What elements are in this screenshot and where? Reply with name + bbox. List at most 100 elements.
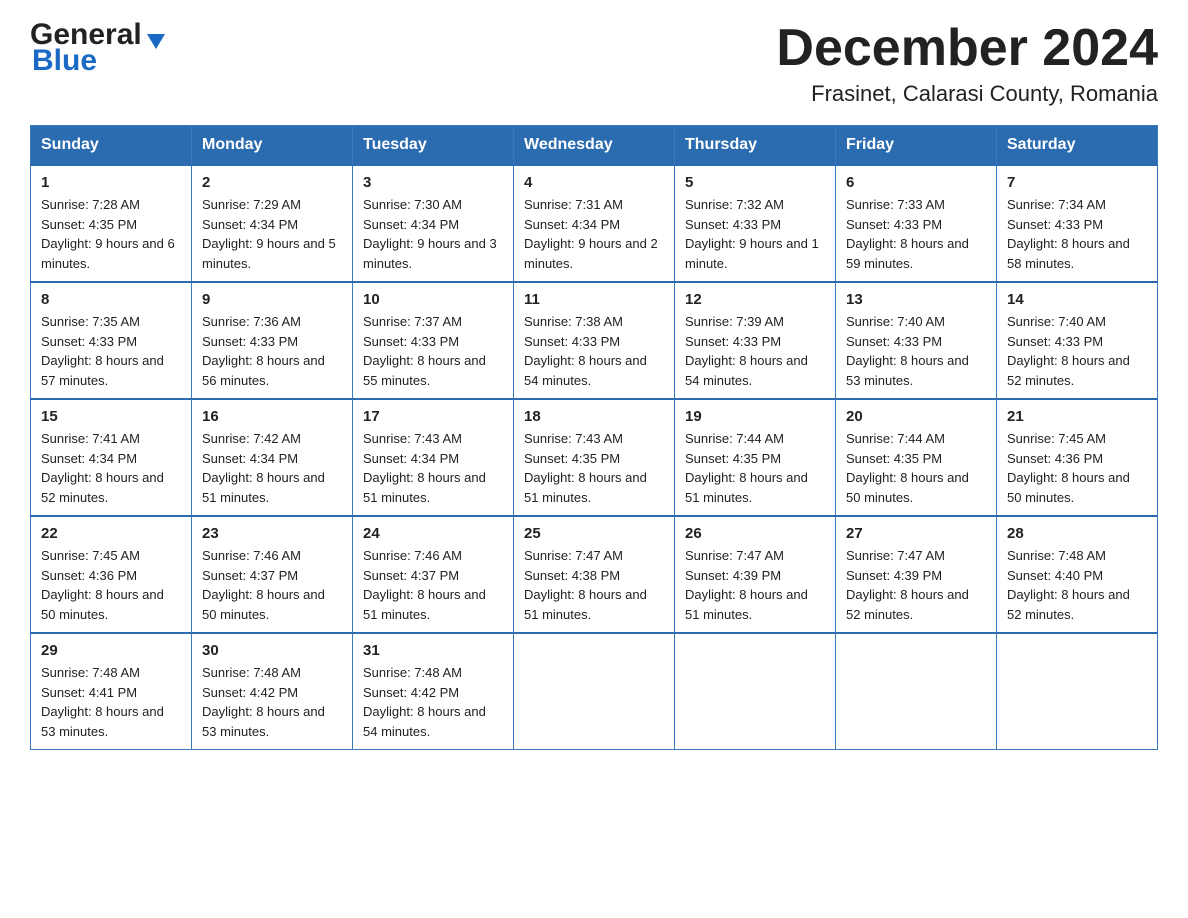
header-sunday: Sunday [31,126,192,166]
day-info: Sunrise: 7:48 AMSunset: 4:42 PMDaylight:… [202,665,325,739]
day-info: Sunrise: 7:43 AMSunset: 4:35 PMDaylight:… [524,431,647,505]
day-info: Sunrise: 7:45 AMSunset: 4:36 PMDaylight:… [41,548,164,622]
day-number: 5 [685,174,825,191]
day-info: Sunrise: 7:36 AMSunset: 4:33 PMDaylight:… [202,314,325,388]
day-info: Sunrise: 7:42 AMSunset: 4:34 PMDaylight:… [202,431,325,505]
logo-blue-text: Blue [32,46,165,76]
day-number: 26 [685,525,825,542]
day-number: 2 [202,174,342,191]
calendar-cell: 30 Sunrise: 7:48 AMSunset: 4:42 PMDaylig… [192,633,353,750]
header-friday: Friday [836,126,997,166]
day-info: Sunrise: 7:32 AMSunset: 4:33 PMDaylight:… [685,197,819,271]
calendar-cell: 8 Sunrise: 7:35 AMSunset: 4:33 PMDayligh… [31,282,192,399]
day-info: Sunrise: 7:30 AMSunset: 4:34 PMDaylight:… [363,197,497,271]
day-number: 12 [685,291,825,308]
day-info: Sunrise: 7:47 AMSunset: 4:38 PMDaylight:… [524,548,647,622]
calendar-cell: 24 Sunrise: 7:46 AMSunset: 4:37 PMDaylig… [353,516,514,633]
calendar-cell: 25 Sunrise: 7:47 AMSunset: 4:38 PMDaylig… [514,516,675,633]
calendar-cell [997,633,1158,750]
calendar-week-row: 1 Sunrise: 7:28 AMSunset: 4:35 PMDayligh… [31,165,1158,282]
calendar-cell: 6 Sunrise: 7:33 AMSunset: 4:33 PMDayligh… [836,165,997,282]
calendar-cell: 20 Sunrise: 7:44 AMSunset: 4:35 PMDaylig… [836,399,997,516]
calendar-cell: 13 Sunrise: 7:40 AMSunset: 4:33 PMDaylig… [836,282,997,399]
calendar-week-row: 22 Sunrise: 7:45 AMSunset: 4:36 PMDaylig… [31,516,1158,633]
day-number: 22 [41,525,181,542]
day-number: 1 [41,174,181,191]
calendar-cell: 28 Sunrise: 7:48 AMSunset: 4:40 PMDaylig… [997,516,1158,633]
calendar-cell [836,633,997,750]
day-number: 8 [41,291,181,308]
day-number: 15 [41,408,181,425]
day-info: Sunrise: 7:31 AMSunset: 4:34 PMDaylight:… [524,197,658,271]
day-info: Sunrise: 7:46 AMSunset: 4:37 PMDaylight:… [363,548,486,622]
calendar-cell [514,633,675,750]
day-number: 18 [524,408,664,425]
calendar-cell: 31 Sunrise: 7:48 AMSunset: 4:42 PMDaylig… [353,633,514,750]
calendar-cell [675,633,836,750]
day-info: Sunrise: 7:48 AMSunset: 4:41 PMDaylight:… [41,665,164,739]
day-info: Sunrise: 7:40 AMSunset: 4:33 PMDaylight:… [1007,314,1130,388]
calendar-table: Sunday Monday Tuesday Wednesday Thursday… [30,125,1158,750]
day-number: 30 [202,642,342,659]
header-tuesday: Tuesday [353,126,514,166]
day-number: 4 [524,174,664,191]
header-wednesday: Wednesday [514,126,675,166]
calendar-cell: 17 Sunrise: 7:43 AMSunset: 4:34 PMDaylig… [353,399,514,516]
day-info: Sunrise: 7:29 AMSunset: 4:34 PMDaylight:… [202,197,336,271]
day-info: Sunrise: 7:46 AMSunset: 4:37 PMDaylight:… [202,548,325,622]
day-info: Sunrise: 7:44 AMSunset: 4:35 PMDaylight:… [846,431,969,505]
day-number: 9 [202,291,342,308]
day-number: 14 [1007,291,1147,308]
day-number: 29 [41,642,181,659]
day-info: Sunrise: 7:45 AMSunset: 4:36 PMDaylight:… [1007,431,1130,505]
day-number: 7 [1007,174,1147,191]
day-info: Sunrise: 7:41 AMSunset: 4:34 PMDaylight:… [41,431,164,505]
calendar-cell: 10 Sunrise: 7:37 AMSunset: 4:33 PMDaylig… [353,282,514,399]
calendar-cell: 3 Sunrise: 7:30 AMSunset: 4:34 PMDayligh… [353,165,514,282]
calendar-cell: 15 Sunrise: 7:41 AMSunset: 4:34 PMDaylig… [31,399,192,516]
day-number: 19 [685,408,825,425]
day-number: 6 [846,174,986,191]
calendar-cell: 21 Sunrise: 7:45 AMSunset: 4:36 PMDaylig… [997,399,1158,516]
page-header: General Blue December 2024 Frasinet, Cal… [30,20,1158,107]
day-number: 23 [202,525,342,542]
calendar-cell: 4 Sunrise: 7:31 AMSunset: 4:34 PMDayligh… [514,165,675,282]
day-info: Sunrise: 7:35 AMSunset: 4:33 PMDaylight:… [41,314,164,388]
calendar-cell: 22 Sunrise: 7:45 AMSunset: 4:36 PMDaylig… [31,516,192,633]
calendar-cell: 23 Sunrise: 7:46 AMSunset: 4:37 PMDaylig… [192,516,353,633]
day-number: 3 [363,174,503,191]
day-info: Sunrise: 7:34 AMSunset: 4:33 PMDaylight:… [1007,197,1130,271]
title-block: December 2024 Frasinet, Calarasi County,… [776,20,1158,107]
day-number: 17 [363,408,503,425]
calendar-header-row: Sunday Monday Tuesday Wednesday Thursday… [31,126,1158,166]
calendar-cell: 26 Sunrise: 7:47 AMSunset: 4:39 PMDaylig… [675,516,836,633]
calendar-cell: 12 Sunrise: 7:39 AMSunset: 4:33 PMDaylig… [675,282,836,399]
day-number: 20 [846,408,986,425]
day-info: Sunrise: 7:43 AMSunset: 4:34 PMDaylight:… [363,431,486,505]
day-number: 13 [846,291,986,308]
calendar-cell: 1 Sunrise: 7:28 AMSunset: 4:35 PMDayligh… [31,165,192,282]
day-info: Sunrise: 7:33 AMSunset: 4:33 PMDaylight:… [846,197,969,271]
day-number: 27 [846,525,986,542]
day-info: Sunrise: 7:48 AMSunset: 4:42 PMDaylight:… [363,665,486,739]
calendar-cell: 16 Sunrise: 7:42 AMSunset: 4:34 PMDaylig… [192,399,353,516]
day-info: Sunrise: 7:37 AMSunset: 4:33 PMDaylight:… [363,314,486,388]
day-number: 16 [202,408,342,425]
header-saturday: Saturday [997,126,1158,166]
day-info: Sunrise: 7:47 AMSunset: 4:39 PMDaylight:… [685,548,808,622]
calendar-week-row: 8 Sunrise: 7:35 AMSunset: 4:33 PMDayligh… [31,282,1158,399]
day-number: 10 [363,291,503,308]
day-info: Sunrise: 7:28 AMSunset: 4:35 PMDaylight:… [41,197,175,271]
calendar-cell: 27 Sunrise: 7:47 AMSunset: 4:39 PMDaylig… [836,516,997,633]
day-number: 21 [1007,408,1147,425]
day-number: 24 [363,525,503,542]
calendar-cell: 19 Sunrise: 7:44 AMSunset: 4:35 PMDaylig… [675,399,836,516]
day-info: Sunrise: 7:40 AMSunset: 4:33 PMDaylight:… [846,314,969,388]
day-number: 25 [524,525,664,542]
day-number: 11 [524,291,664,308]
day-number: 31 [363,642,503,659]
calendar-cell: 11 Sunrise: 7:38 AMSunset: 4:33 PMDaylig… [514,282,675,399]
calendar-cell: 14 Sunrise: 7:40 AMSunset: 4:33 PMDaylig… [997,282,1158,399]
day-info: Sunrise: 7:48 AMSunset: 4:40 PMDaylight:… [1007,548,1130,622]
day-info: Sunrise: 7:44 AMSunset: 4:35 PMDaylight:… [685,431,808,505]
